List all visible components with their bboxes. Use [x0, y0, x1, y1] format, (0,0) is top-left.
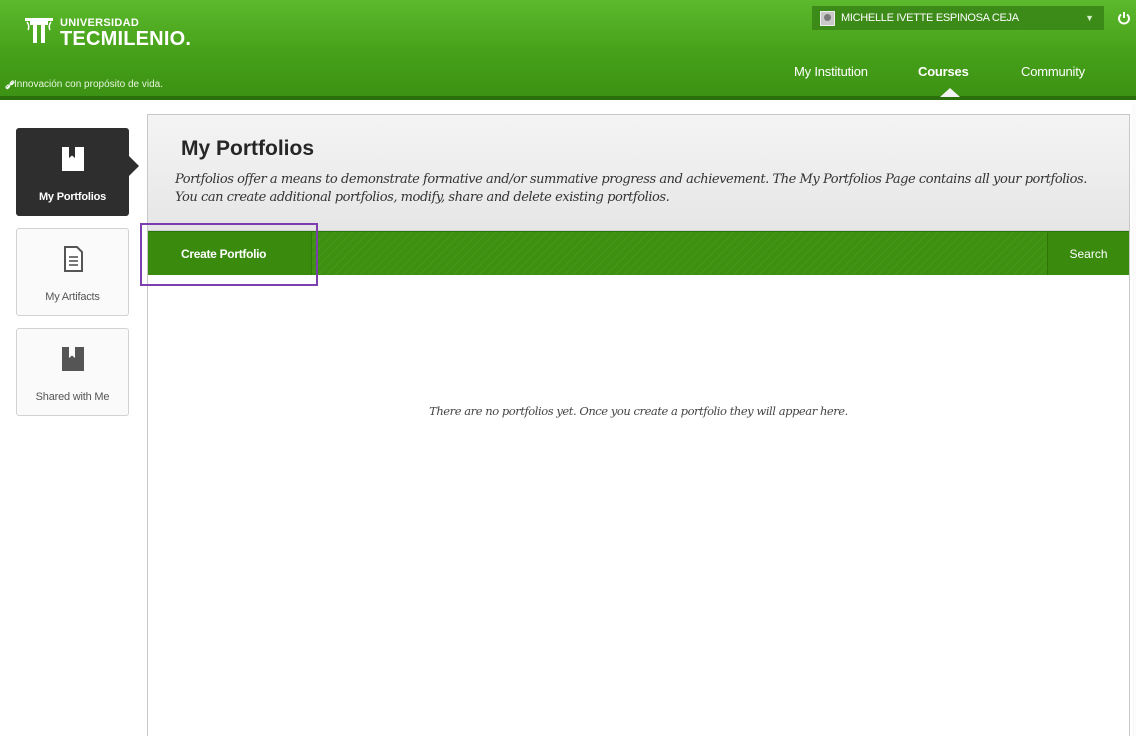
top-banner: UNIVERSIDAD TECMILENIO. Innovación con p…	[0, 0, 1136, 100]
user-name[interactable]: MICHELLE IVETTE ESPINOSA CEJA	[841, 12, 1085, 24]
page-header: My Portfolios Portfolios offer a means t…	[148, 115, 1129, 231]
portfolios-panel: My Portfolios Portfolios offer a means t…	[147, 114, 1130, 736]
sidebar-item-shared-with-me[interactable]: Shared with Me	[16, 328, 129, 416]
sidebar-item-label: My Artifacts	[45, 291, 100, 303]
tecmilenio-logo-icon	[25, 18, 53, 43]
logo-name[interactable]: TECMILENIO.	[60, 28, 191, 51]
action-bar: Create Portfolio Search	[148, 231, 1129, 275]
tab-my-institution[interactable]: My Institution	[794, 64, 868, 79]
tab-courses[interactable]: Courses	[918, 64, 969, 79]
tab-community[interactable]: Community	[1021, 64, 1085, 79]
user-menu[interactable]: MICHELLE IVETTE ESPINOSA CEJA ▼	[812, 6, 1104, 30]
chevron-down-icon[interactable]: ▼	[1085, 13, 1094, 23]
sidebar-item-my-artifacts[interactable]: My Artifacts	[16, 228, 129, 316]
avatar	[820, 10, 835, 26]
sidebar-item-label: My Portfolios	[38, 191, 107, 203]
create-portfolio-button[interactable]: Create Portfolio	[148, 232, 312, 275]
page-description: Portfolios offer a means to demonstrate …	[175, 172, 1087, 205]
active-tab-pointer	[940, 88, 960, 97]
tagline: Innovación con propósito de vida.	[14, 79, 163, 90]
page-edge	[1132, 104, 1136, 736]
bookmark-icon	[62, 347, 84, 371]
portfolio-icon	[62, 147, 84, 171]
logout-button[interactable]	[1112, 6, 1136, 30]
sidebar-item-my-portfolios[interactable]: My Portfolios	[16, 128, 129, 216]
power-icon	[1118, 12, 1130, 25]
document-icon	[64, 246, 83, 272]
search-button[interactable]: Search	[1047, 232, 1129, 275]
active-sidebar-pointer	[129, 156, 139, 176]
empty-state-message: There are no portfolios yet. Once you cr…	[429, 404, 848, 418]
page-title: My Portfolios	[181, 137, 315, 160]
sidebar-item-label: Shared with Me	[35, 391, 110, 403]
